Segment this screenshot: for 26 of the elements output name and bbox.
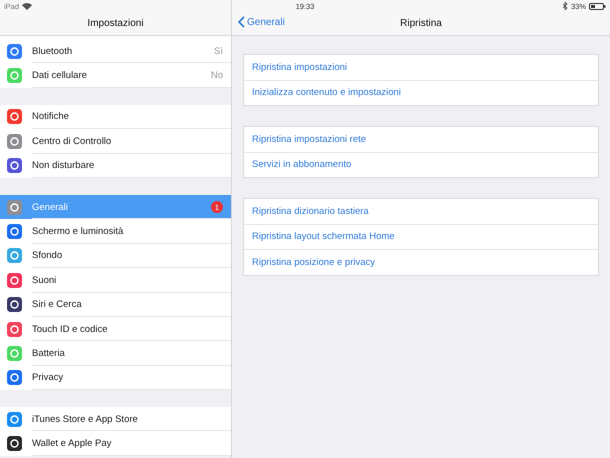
- settings-item[interactable]: Centro di Controllo: [0, 129, 231, 154]
- settings-item[interactable]: Sfondo: [0, 244, 231, 268]
- settings-item[interactable]: Wallet e Apple Pay: [0, 431, 231, 456]
- settings-item[interactable]: Batteria: [0, 341, 231, 366]
- page-title: Ripristina: [400, 18, 442, 29]
- reset-option[interactable]: Ripristina layout schermata Home: [244, 224, 598, 250]
- reset-option[interactable]: Inizializza contenuto e impostazioni: [244, 80, 598, 105]
- sidebar-title: Impostazioni: [87, 18, 144, 29]
- settings-item[interactable]: Suoni: [0, 268, 231, 293]
- reset-option[interactable]: Ripristina dizionario tastiera: [244, 199, 598, 224]
- settings-item[interactable]: Siri e Cerca: [0, 292, 231, 317]
- reset-option[interactable]: Ripristina impostazioni rete: [244, 127, 598, 152]
- settings-item[interactable]: Privacy: [0, 366, 231, 390]
- settings-item[interactable]: Notifiche: [0, 104, 231, 130]
- settings-item[interactable]: iTunes Store e App Store: [0, 407, 231, 432]
- chevron-icon: [238, 16, 245, 28]
- settings-item[interactable]: Bluetooth Sì: [0, 39, 231, 64]
- settings-item[interactable]: Dati cellulare No: [0, 63, 231, 88]
- back-button[interactable]: Generali: [238, 16, 285, 28]
- wifi-icon: [22, 2, 32, 10]
- settings-item[interactable]: Schermo e luminosità: [0, 219, 231, 244]
- reset-option[interactable]: Ripristina posizione e privacy: [244, 250, 598, 274]
- reset-option[interactable]: Servizi in abbonamento: [244, 152, 598, 177]
- settings-item[interactable]: Non disturbare: [0, 154, 231, 178]
- settings-item[interactable]: Touch ID e codice: [0, 316, 231, 342]
- reset-option[interactable]: Ripristina impostazioni: [244, 55, 598, 80]
